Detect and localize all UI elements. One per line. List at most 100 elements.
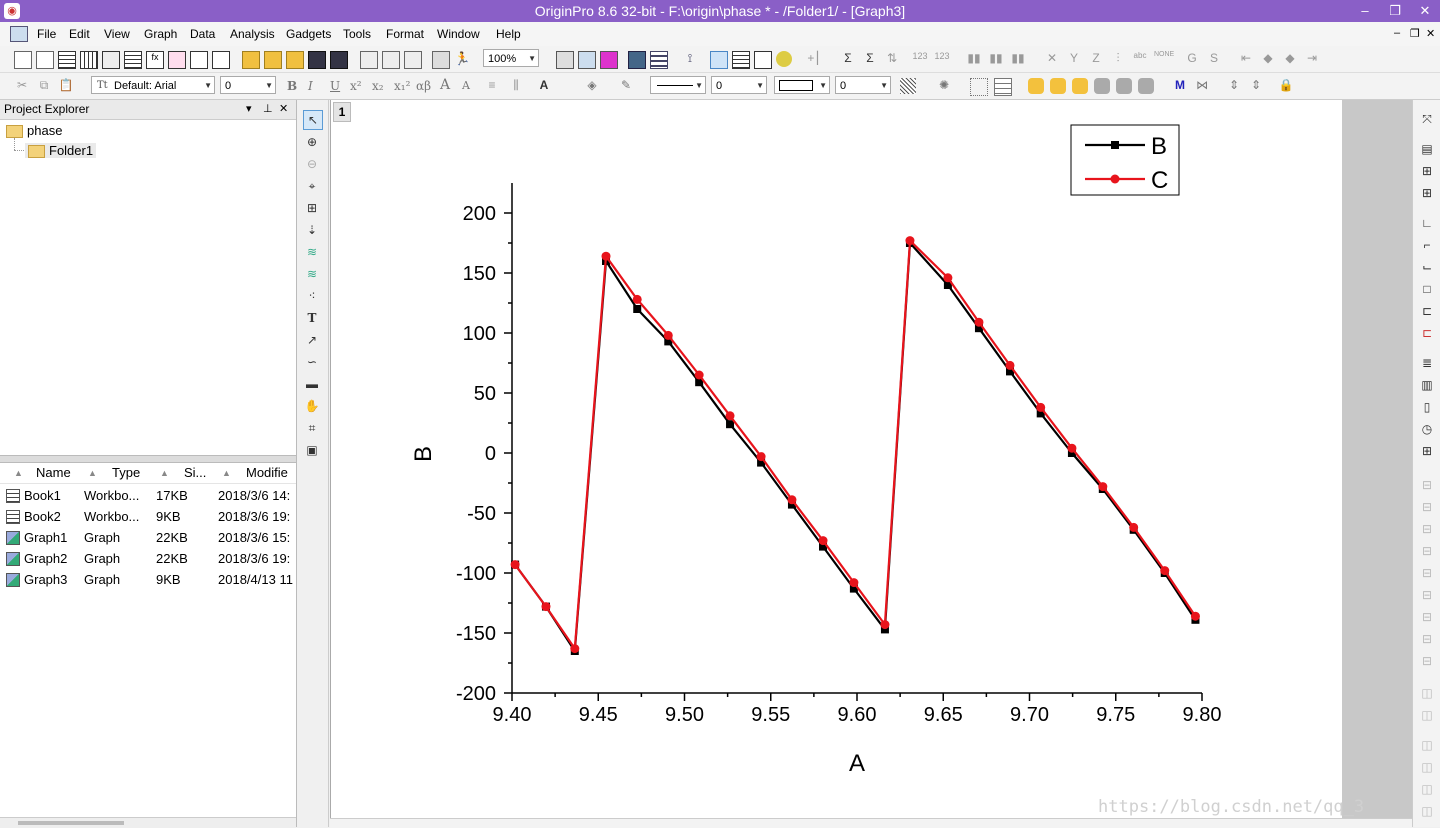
zoom-out-icon[interactable]: ⊖ <box>303 155 321 173</box>
data-point[interactable] <box>663 330 673 340</box>
copy-page-icon[interactable] <box>600 51 618 69</box>
mdi-minimize-button[interactable]: – <box>1394 27 1400 39</box>
backward-icon[interactable]: ◫ <box>1418 758 1436 776</box>
copy-icon[interactable]: ⧉ <box>36 78 52 94</box>
minimize-button[interactable]: – <box>1350 0 1380 22</box>
set-group-icon[interactable]: G <box>1184 51 1200 67</box>
timestamp-icon[interactable]: ◷ <box>1418 420 1436 438</box>
data-point[interactable] <box>849 578 859 588</box>
screen-reader-icon[interactable]: ⌖ <box>303 177 321 195</box>
command-window-icon[interactable] <box>650 51 668 69</box>
back-icon[interactable]: ◫ <box>1418 706 1436 724</box>
restore-button[interactable]: ❐ <box>1380 0 1410 22</box>
decrease-font-button[interactable]: A <box>462 79 470 92</box>
front-icon[interactable]: ◫ <box>1418 684 1436 702</box>
region-tool-icon[interactable]: ⌗ <box>303 419 321 437</box>
legend[interactable]: BC <box>1070 124 1180 196</box>
pointer-icon[interactable]: ↖ <box>303 110 323 130</box>
dropdown-icon[interactable]: ▾ <box>246 102 252 115</box>
menu-graph[interactable]: Graph <box>144 27 177 41</box>
fill-values-icon[interactable]: 123 <box>934 51 950 67</box>
box-axis-icon[interactable]: □ <box>1418 280 1436 298</box>
set-error-icon[interactable]: ⫶ <box>1110 51 1126 67</box>
recalculate-icon[interactable]: 🏃 <box>454 51 470 67</box>
pattern-select[interactable]: 0 ▼ <box>835 76 891 94</box>
arrow-tool-icon[interactable]: ↗ <box>303 331 321 349</box>
menu-file[interactable]: File <box>37 27 56 41</box>
scrollbar-thumb[interactable] <box>18 821 124 825</box>
align-right-icon[interactable]: ⊟ <box>1418 498 1436 516</box>
table-insert-icon[interactable]: ⊞ <box>1418 442 1436 460</box>
menu-format[interactable]: Format <box>386 27 424 41</box>
column-size[interactable]: Si... <box>184 465 206 480</box>
menu-analysis[interactable]: Analysis <box>230 27 275 41</box>
merge-layers-icon[interactable]: ⊞ <box>1418 162 1436 180</box>
refresh-icon[interactable] <box>776 51 792 67</box>
set-label-icon[interactable]: abc <box>1132 51 1148 67</box>
arrange-back-icon[interactable] <box>1050 78 1066 94</box>
prev-page-icon[interactable]: ◆ <box>1260 51 1276 67</box>
fill-color-icon[interactable]: ◈ <box>584 78 600 94</box>
data-point[interactable] <box>1129 522 1139 532</box>
same-width-icon[interactable]: ⊟ <box>1418 608 1436 626</box>
group-objects-icon[interactable]: ⊟ <box>1418 652 1436 670</box>
set-z-icon[interactable]: Z <box>1088 51 1104 67</box>
swap-icon[interactable]: ◫ <box>1418 780 1436 798</box>
merge-icon[interactable]: M <box>1172 78 1188 94</box>
column-name[interactable]: Name <box>36 465 71 480</box>
lock-icon[interactable] <box>1116 78 1132 94</box>
rescale-icon[interactable]: ⤧ <box>1418 110 1436 128</box>
menu-gadgets[interactable]: Gadgets <box>286 27 331 41</box>
font-color-icon[interactable]: A <box>536 78 552 94</box>
save-window-icon[interactable] <box>330 51 348 69</box>
pin-icon[interactable]: ⊥ <box>263 102 273 115</box>
menu-window[interactable]: Window <box>437 27 480 41</box>
align-left-icon[interactable]: ⊟ <box>1418 476 1436 494</box>
menu-data[interactable]: Data <box>190 27 215 41</box>
menu-tools[interactable]: Tools <box>343 27 371 41</box>
font-select[interactable]: Tt Default: Arial ▼ <box>91 76 215 94</box>
new-matrix-icon[interactable] <box>80 51 98 69</box>
new-notes-icon[interactable] <box>190 51 208 69</box>
new-layout-icon[interactable] <box>168 51 186 69</box>
extract-icon[interactable]: ⋈ <box>1194 78 1210 94</box>
new-script-icon[interactable] <box>212 51 230 69</box>
script-window-icon[interactable] <box>732 51 750 69</box>
new-project-icon[interactable] <box>14 51 32 69</box>
data-point[interactable] <box>726 420 735 429</box>
sum-icon[interactable]: Σ <box>840 51 856 67</box>
more-icon[interactable]: ◫ <box>1418 802 1436 820</box>
export-icon[interactable] <box>578 51 596 69</box>
padlock-icon[interactable]: 🔒 <box>1278 78 1294 94</box>
menu-view[interactable]: View <box>104 27 130 41</box>
underline-button[interactable]: U <box>330 79 340 93</box>
layer-tab[interactable]: 1 <box>333 102 351 122</box>
set-subject-icon[interactable]: S <box>1206 51 1222 67</box>
inset-icon[interactable]: ⊏ <box>1418 302 1436 320</box>
zoom-select[interactable]: 100% ▼ <box>483 49 539 67</box>
increase-font-button[interactable]: A <box>440 77 450 93</box>
mask-points-icon[interactable]: ≋ <box>303 243 321 261</box>
symbol-icon[interactable]: ✺ <box>936 78 952 94</box>
data-point[interactable] <box>1005 360 1015 370</box>
data-point[interactable] <box>880 620 890 630</box>
duplicate-icon[interactable] <box>432 51 450 69</box>
font-size-select[interactable]: 0 ▼ <box>220 76 276 94</box>
draw-data-icon[interactable]: ⁖ <box>303 287 321 305</box>
color-scale-icon[interactable]: ▥ <box>1418 376 1436 394</box>
data-point[interactable] <box>694 370 704 380</box>
data-point[interactable] <box>974 317 984 327</box>
set-x-icon[interactable]: Y <box>1066 51 1082 67</box>
data-point[interactable] <box>632 294 642 304</box>
add-layer-icon[interactable]: ▤ <box>1418 140 1436 158</box>
data-point[interactable] <box>756 452 766 462</box>
horizontal-scrollbar[interactable] <box>0 817 296 828</box>
top-x-axis-icon[interactable]: ⌐ <box>1418 236 1436 254</box>
file-row[interactable]: Graph2 Graph 22KB 2018/3/6 19: <box>0 549 296 570</box>
subscript-button[interactable]: x₂ <box>372 79 384 93</box>
data-point[interactable] <box>943 273 953 283</box>
line-style-select[interactable]: ▼ <box>650 76 706 94</box>
data-reader-icon[interactable]: ⇣ <box>303 221 321 239</box>
zoom-in-icon[interactable]: ⊕ <box>303 133 321 151</box>
bold-button[interactable]: B <box>287 79 297 93</box>
